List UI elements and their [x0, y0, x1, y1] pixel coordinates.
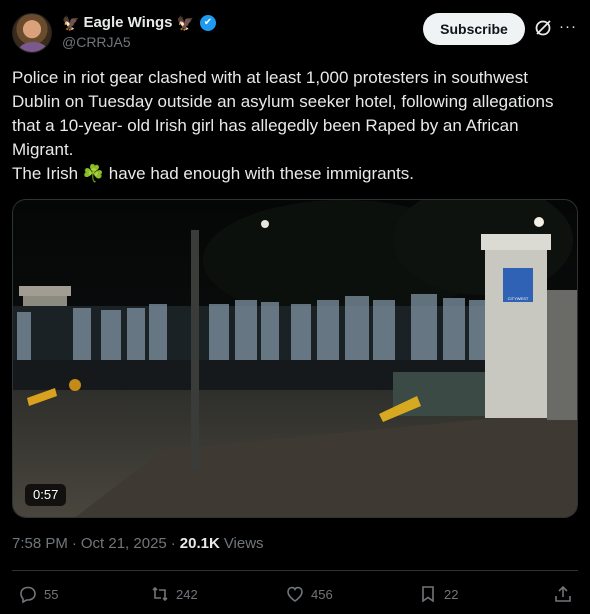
heart-icon — [287, 586, 303, 602]
repost-count: 242 — [176, 586, 198, 602]
reply-icon — [20, 586, 36, 604]
post-time[interactable]: 7:58 PM — [12, 535, 68, 552]
more-icon[interactable]: ··· — [557, 16, 579, 38]
post-header: 🦅 Eagle Wings 🦅 ✔ @CRRJA5 Subscribe ··· — [12, 12, 578, 54]
avatar[interactable] — [12, 13, 52, 53]
author-name-row[interactable]: 🦅 Eagle Wings 🦅 ✔ — [62, 14, 216, 31]
like-button[interactable]: 456 — [285, 582, 333, 606]
views-count: 20.1K — [179, 535, 220, 552]
views-label: Views — [223, 535, 264, 552]
meta-separator: · — [71, 535, 77, 552]
repost-icon — [152, 586, 168, 602]
like-count: 456 — [311, 586, 333, 602]
eagle-emoji-left: 🦅 — [62, 14, 80, 31]
share-icon — [555, 585, 571, 602]
subscribe-button[interactable]: Subscribe — [423, 13, 525, 45]
video-duration-badge: 0:57 — [25, 484, 67, 506]
eagle-emoji-right: 🦅 — [176, 14, 194, 31]
bookmark-count: 22 — [444, 586, 459, 602]
author-handle[interactable]: @CRRJA5 — [62, 34, 131, 50]
reply-count: 55 — [44, 586, 59, 602]
bookmark-button[interactable]: 22 — [418, 582, 458, 606]
post-meta: 7:58 PM · Oct 21, 2025 · 20.1K Views — [12, 535, 264, 552]
post-date[interactable]: Oct 21, 2025 — [81, 535, 167, 552]
video-frame: CITYWEST — [13, 200, 577, 517]
post-text: Police in riot gear clashed with at leas… — [12, 68, 554, 183]
action-bar: 55 242 456 22 — [12, 582, 578, 606]
grok-icon[interactable] — [533, 18, 553, 38]
share-button[interactable] — [553, 582, 573, 606]
post-video[interactable]: CITYWEST 0:57 — [12, 199, 578, 518]
bookmark-icon — [422, 586, 434, 603]
repost-button[interactable]: 242 — [150, 582, 198, 606]
divider — [12, 570, 578, 571]
gate-sign-text: CITYWEST — [508, 296, 529, 301]
meta-separator-2: · — [170, 535, 176, 552]
author-name[interactable]: Eagle Wings — [83, 14, 172, 31]
reply-button[interactable]: 55 — [18, 582, 58, 606]
verified-badge-icon: ✔ — [199, 14, 216, 31]
